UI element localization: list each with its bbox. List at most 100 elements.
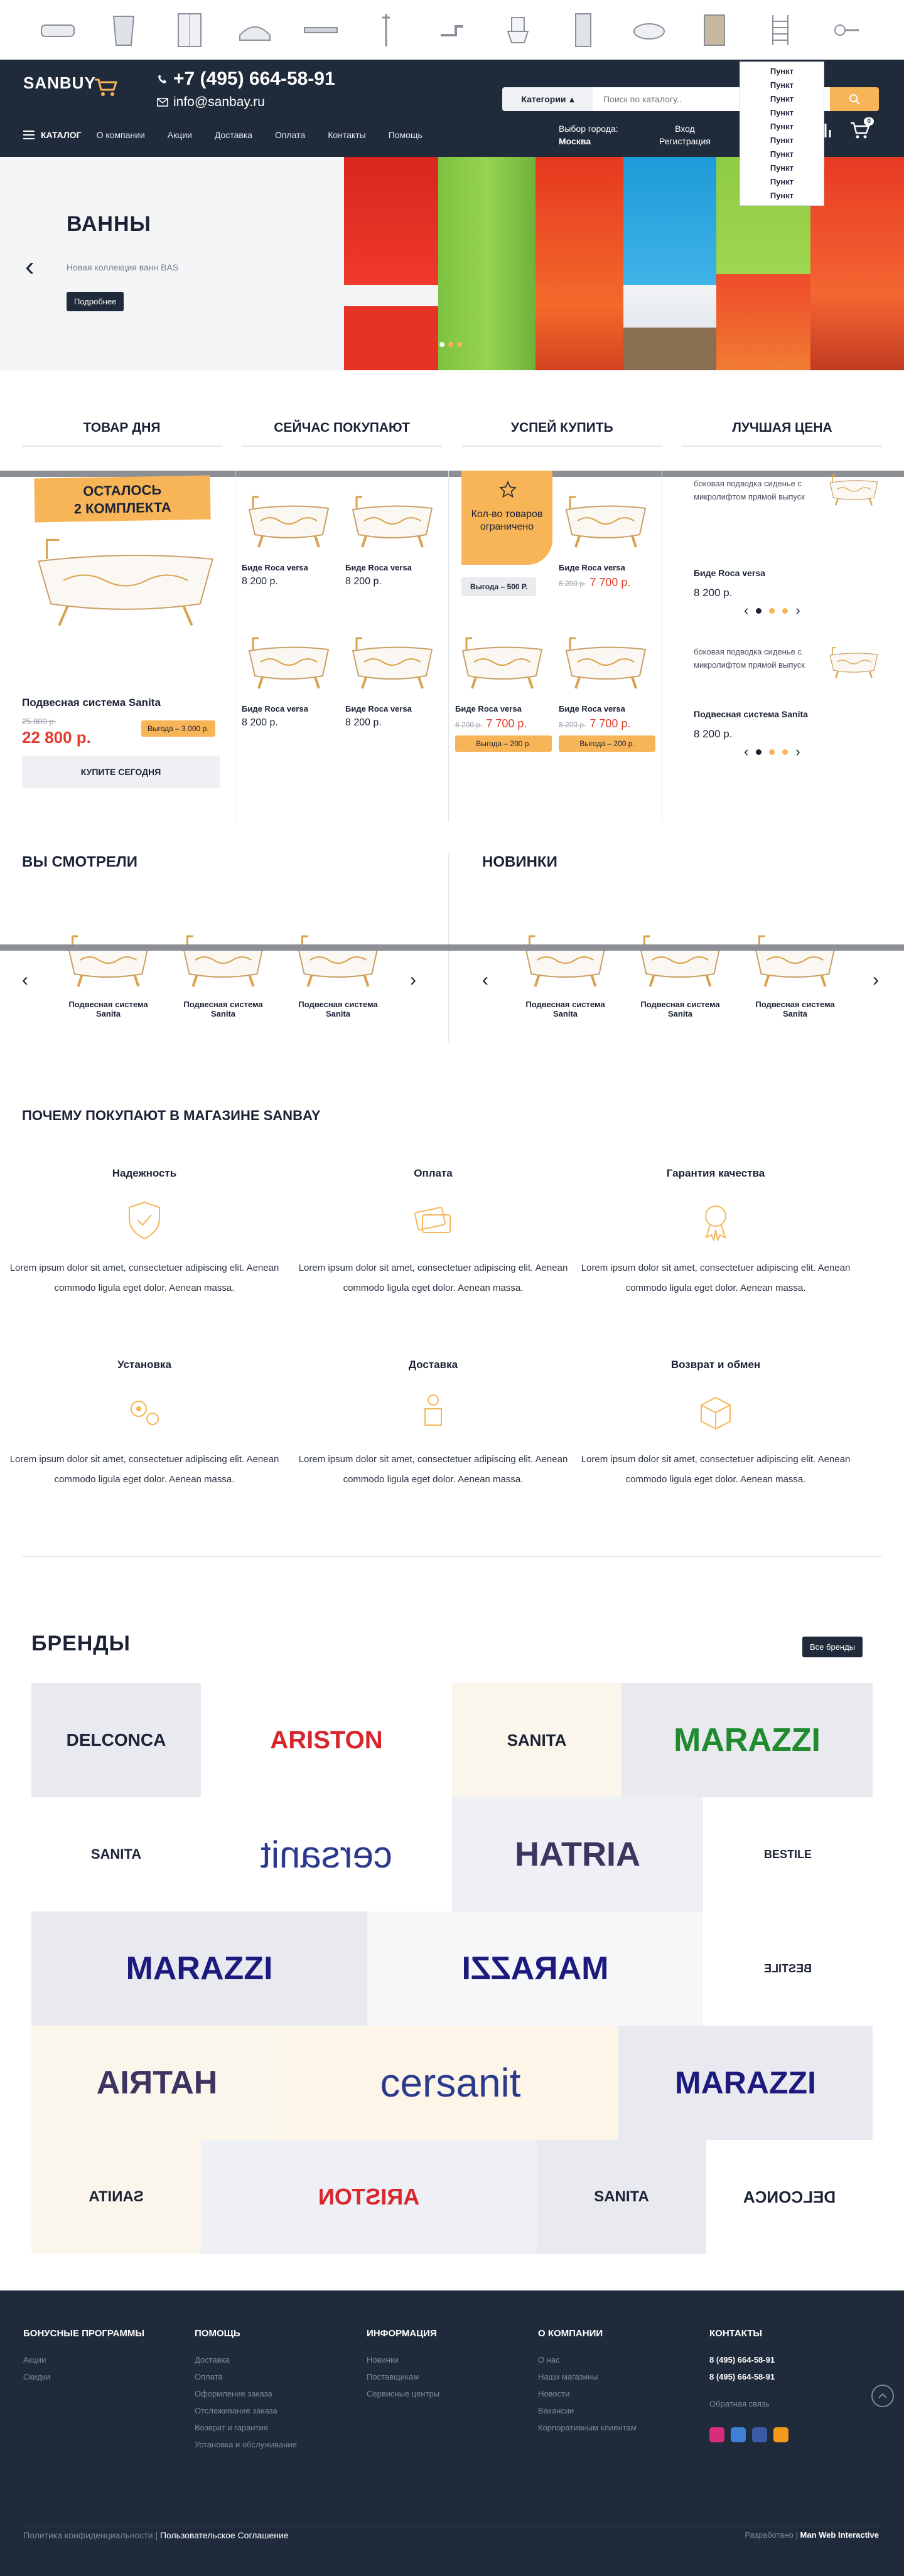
header-phone[interactable]: +7 (495) 664-58-91 — [157, 68, 335, 90]
category-shower-cabin-icon[interactable] — [166, 8, 213, 52]
dropdown-item[interactable]: Пункт — [740, 147, 824, 161]
header-email[interactable]: info@sanbay.ru — [157, 95, 265, 110]
nav-item-payment[interactable]: Оплата — [275, 130, 305, 140]
category-faucet-icon[interactable] — [428, 8, 476, 52]
footer-link[interactable]: О нас — [538, 2351, 695, 2368]
brand-logo-delconca[interactable]: DELCONCA — [31, 1683, 201, 1797]
bathtub-image[interactable] — [22, 527, 229, 634]
brand-logo-delconca[interactable]: DELCONCA — [706, 2140, 873, 2254]
pager-dot[interactable] — [756, 749, 762, 755]
brand-logo-marazzi[interactable]: MARAZZI — [367, 1911, 703, 2026]
product-card[interactable]: Биде Roca versa 8 200 р. — [242, 489, 342, 587]
cart-button[interactable]: 0 — [850, 117, 874, 142]
category-installation-icon[interactable] — [559, 8, 607, 52]
product-card[interactable]: Биде Roca versa 8 200 р. — [345, 631, 446, 729]
product-name[interactable]: Подвесная система Sanita — [694, 709, 808, 719]
privacy-link[interactable]: Политика конфиденциальности — [23, 2530, 153, 2540]
footer-link[interactable]: Наши магазины — [538, 2368, 695, 2385]
category-towel-rail-icon[interactable] — [756, 8, 804, 52]
chevron-right-icon[interactable]: › — [795, 744, 800, 760]
footer-phone[interactable]: 8 (495) 664-58-91 — [709, 2351, 866, 2368]
footer-link[interactable]: Установка и обслуживание — [195, 2436, 352, 2453]
chevron-left-icon[interactable]: ‹ — [744, 602, 748, 619]
brand-logo-hatria[interactable]: HATRIA — [31, 2026, 282, 2140]
logo[interactable]: SANBUY — [23, 73, 118, 111]
tab-buying-now[interactable]: СЕЙЧАС ПОКУПАЮТ — [242, 420, 442, 447]
footer-link[interactable]: Сервисные центры — [367, 2385, 524, 2402]
dropdown-item[interactable]: Пункт — [740, 78, 824, 92]
bathtub-image[interactable] — [826, 643, 882, 681]
brand-logo-sanita[interactable]: SANITA — [31, 1797, 201, 1911]
product-card[interactable]: Биде Roca versa 8 200 р. 7 700 р. Выгода … — [455, 631, 556, 752]
footer-link[interactable]: Доставка — [195, 2351, 352, 2368]
list-item[interactable]: Подвесная система Sanita — [517, 929, 614, 1018]
nav-item-contacts[interactable]: Контакты — [328, 130, 365, 140]
footer-link[interactable]: Корпоративным клиентам — [538, 2419, 695, 2436]
buy-today-button[interactable]: КУПИТЕ СЕГОДНЯ — [22, 756, 220, 788]
catalog-button[interactable]: КАТАЛОГ — [23, 130, 82, 140]
list-item[interactable]: Подвесная система Sanita — [289, 929, 387, 1018]
brand-logo-marazzi[interactable]: MARAZZI — [31, 1911, 367, 2026]
vk-icon[interactable] — [731, 2427, 746, 2442]
scroll-to-top-button[interactable] — [871, 2385, 894, 2407]
brand-logo-ariston[interactable]: ARISTON — [201, 1683, 452, 1797]
chevron-right-icon[interactable]: › — [795, 602, 800, 619]
search-button[interactable] — [830, 87, 879, 111]
bathtub-image[interactable] — [826, 471, 882, 508]
dropdown-item[interactable]: Пункт — [740, 106, 824, 120]
category-toilet-icon[interactable] — [494, 8, 542, 52]
dropdown-item[interactable]: Пункт — [740, 134, 824, 147]
slider-dot[interactable] — [457, 342, 462, 347]
product-card[interactable]: Биде Roca versa 8 200 р. 7 700 р. Выгода … — [559, 631, 659, 752]
hero-prev-arrow[interactable]: ‹ — [25, 251, 35, 282]
footer-link[interactable]: Вакансии — [538, 2402, 695, 2419]
instagram-icon[interactable] — [709, 2427, 724, 2442]
login-link[interactable]: Вход — [659, 122, 711, 135]
search-category-select[interactable]: Категории ▴ — [502, 87, 593, 111]
brand-logo-bestile[interactable]: BESTILE — [703, 1797, 873, 1911]
register-link[interactable]: Регистрация — [659, 135, 711, 147]
brand-logo-sanita[interactable]: SANITA — [31, 2140, 201, 2254]
dropdown-item[interactable]: Пункт — [740, 120, 824, 134]
tab-best-price[interactable]: ЛУЧШАЯ ЦЕНА — [682, 420, 882, 447]
slider-dot[interactable] — [448, 342, 453, 347]
developer-link[interactable]: Man Web Interactive — [800, 2530, 879, 2540]
pager-dot[interactable] — [769, 749, 775, 755]
nav-item-sales[interactable]: Акции — [168, 130, 192, 140]
odnoklassniki-icon[interactable] — [773, 2427, 788, 2442]
pager-dot[interactable] — [756, 607, 762, 614]
product-card[interactable]: Биде Roca versa 8 200 р. — [242, 631, 342, 729]
footer-link[interactable]: Оплата — [195, 2368, 352, 2385]
brand-logo-bestile[interactable]: BESTILE — [703, 1911, 873, 2026]
dropdown-item[interactable]: Пункт — [740, 65, 824, 78]
footer-link[interactable]: Новости — [538, 2385, 695, 2402]
footer-link[interactable]: Оформление заказа — [195, 2385, 352, 2402]
footer-link[interactable]: Поставщикам — [367, 2368, 524, 2385]
agreement-link[interactable]: Пользовательское Соглашение — [160, 2530, 289, 2540]
dropdown-item[interactable]: Пункт — [740, 92, 824, 106]
footer-link[interactable]: Скидки — [23, 2368, 180, 2385]
category-shower-rail-icon[interactable] — [362, 8, 410, 52]
chevron-right-icon[interactable]: › — [410, 970, 416, 991]
footer-link[interactable]: Новинки — [367, 2351, 524, 2368]
list-item[interactable]: Подвесная система Sanita — [175, 929, 272, 1018]
brand-logo-sanita[interactable]: SANITA — [452, 1683, 622, 1797]
pager-dot[interactable] — [782, 749, 788, 755]
all-brands-button[interactable]: Все бренды — [802, 1637, 863, 1657]
product-name[interactable]: Подвесная система Sanita — [22, 697, 161, 709]
dropdown-item[interactable]: Пункт — [740, 189, 824, 203]
category-cabinet-icon[interactable] — [691, 8, 738, 52]
category-accessories-icon[interactable] — [822, 8, 870, 52]
footer-phone[interactable]: 8 (495) 664-58-91 — [709, 2368, 866, 2385]
brand-logo-sanita[interactable]: SANITA — [537, 2140, 706, 2254]
nav-item-about[interactable]: О компании — [97, 130, 145, 140]
chevron-left-icon[interactable]: ‹ — [482, 970, 488, 991]
category-corner-tub-icon[interactable] — [231, 8, 279, 52]
chevron-left-icon[interactable]: ‹ — [744, 744, 748, 760]
chevron-left-icon[interactable]: ‹ — [22, 970, 28, 991]
brand-logo-ariston[interactable]: ARISTON — [201, 2140, 537, 2254]
brand-logo-hatria[interactable]: HATRIA — [452, 1797, 703, 1911]
brand-logo-marazzi[interactable]: MARAZZI — [622, 1683, 873, 1797]
dropdown-item[interactable]: Пункт — [740, 175, 824, 189]
hero-more-button[interactable]: Подробнее — [67, 292, 124, 311]
